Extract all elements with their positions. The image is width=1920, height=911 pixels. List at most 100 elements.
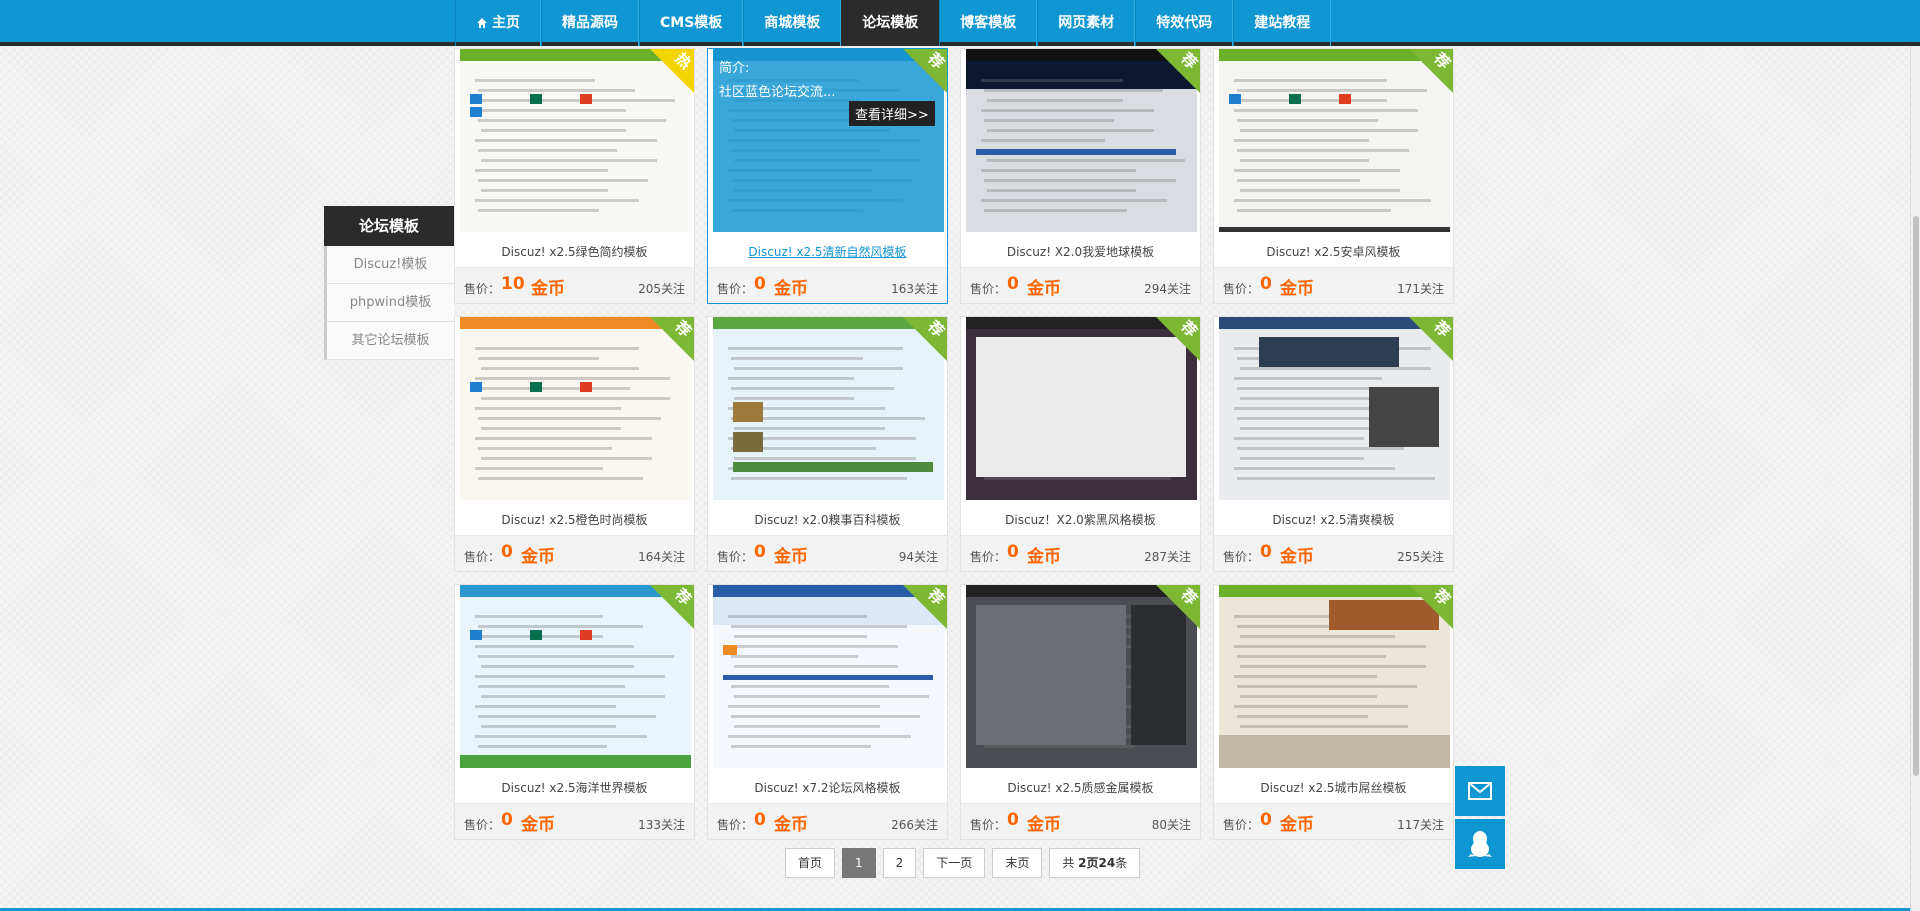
thumbnail-text-line bbox=[478, 89, 635, 92]
thumbnail-text-line bbox=[981, 199, 1167, 202]
price-label: 售价： bbox=[1223, 282, 1260, 296]
thumbnail-text-line bbox=[731, 357, 863, 360]
page-scrollbar[interactable] bbox=[1910, 46, 1920, 911]
product-title[interactable]: Discuz! x2.5安卓风模板 bbox=[1214, 243, 1453, 260]
thumbnail-text-line bbox=[734, 635, 867, 638]
product-title[interactable]: Discuz! x2.5清爽模板 bbox=[1214, 511, 1453, 528]
page-1-button[interactable]: 1 bbox=[842, 848, 876, 878]
thumbnail-text-line bbox=[475, 437, 652, 440]
thumbnail-block bbox=[1289, 94, 1301, 104]
price-label: 售价： bbox=[970, 818, 1007, 832]
thumbnail-text-line bbox=[731, 625, 907, 628]
page-last-button[interactable]: 末页 bbox=[992, 848, 1043, 878]
product-card[interactable]: 荐 Discuz! x2.5安卓风模板 售价： 0 金币 171关注 bbox=[1213, 48, 1454, 304]
thumbnail-text-line bbox=[481, 189, 608, 192]
nav-item-2[interactable]: CMS模板 bbox=[639, 0, 744, 46]
nav-item-label: 主页 bbox=[492, 15, 520, 31]
thumbnail-block bbox=[733, 432, 763, 452]
nav-item-7[interactable]: 特效代码 bbox=[1135, 0, 1234, 46]
price-unit: 金币 bbox=[1280, 815, 1314, 835]
product-card[interactable]: 荐 Discuz! x2.0糗事百科模板 售价： 0 金币 94关注 bbox=[707, 316, 948, 572]
thumbnail-text-line bbox=[1240, 159, 1369, 162]
view-detail-button[interactable]: 查看详细>> bbox=[849, 101, 935, 126]
thumbnail-text-line bbox=[478, 625, 643, 628]
price-value: 0 bbox=[1007, 542, 1019, 562]
nav-item-label: 特效代码 bbox=[1156, 15, 1213, 31]
thumbnail-text-line bbox=[481, 665, 634, 668]
thumbnail-block bbox=[1339, 94, 1351, 104]
product-card[interactable]: 荐 Discuz! x2.5城市屌丝模板 售价： 0 金币 117关注 bbox=[1213, 584, 1454, 840]
category-sidebar: 论坛模板 Discuz!模板 phpwind模板 其它论坛模板 bbox=[324, 206, 454, 360]
thumbnail-block bbox=[470, 94, 482, 104]
thumbnail-block bbox=[1229, 94, 1241, 104]
thumbnail-block bbox=[530, 382, 542, 392]
intro-text: 社区蓝色论坛交流... bbox=[719, 85, 836, 100]
thumbnail-text-line bbox=[475, 347, 639, 350]
price-value: 0 bbox=[754, 274, 766, 294]
thumbnail-text-line bbox=[475, 139, 657, 142]
product-title[interactable]: Discuz! x2.0糗事百科模板 bbox=[708, 511, 947, 528]
follow-count: 117关注 bbox=[1397, 818, 1444, 832]
sidebar-link-other[interactable]: 其它论坛模板 bbox=[324, 322, 454, 360]
thumbnail-text-line bbox=[1240, 635, 1395, 638]
qq-contact-button[interactable] bbox=[1455, 819, 1505, 869]
thumbnail-block bbox=[976, 149, 1176, 155]
product-title[interactable]: Discuz! x7.2论坛风格模板 bbox=[708, 779, 947, 796]
thumbnail-text-line bbox=[478, 387, 630, 390]
thumbnail-text-line bbox=[475, 735, 647, 738]
thumbnail-text-line bbox=[728, 735, 911, 738]
product-card[interactable]: 荐 Discuz! x2.5质感金属模板 售价： 0 金币 80关注 bbox=[960, 584, 1201, 840]
thumbnail-text-line bbox=[731, 715, 920, 718]
nav-item-4[interactable]: 论坛模板 bbox=[841, 0, 940, 46]
price-label: 售价： bbox=[1223, 818, 1260, 832]
thumbnail-text-line bbox=[481, 427, 621, 430]
scrollbar-thumb[interactable] bbox=[1913, 216, 1919, 776]
nav-item-8[interactable]: 建站教程 bbox=[1233, 0, 1332, 46]
product-title[interactable]: Discuz! x2.5城市屌丝模板 bbox=[1214, 779, 1453, 796]
page-2-button[interactable]: 2 bbox=[882, 848, 917, 878]
page-next-button[interactable]: 下一页 bbox=[923, 848, 986, 878]
product-title[interactable]: Discuz! x2.5绿色简约模板 bbox=[455, 243, 694, 260]
email-contact-button[interactable] bbox=[1455, 766, 1505, 816]
product-title[interactable]: Discuz！X2.0紫黑风格模板 bbox=[961, 511, 1200, 528]
thumbnail-text-line bbox=[1234, 109, 1418, 112]
nav-item-1[interactable]: 精品源码 bbox=[541, 0, 639, 46]
product-title[interactable]: Discuz! x2.5橙色时尚模板 bbox=[455, 511, 694, 528]
sidebar-link-discuz[interactable]: Discuz!模板 bbox=[324, 246, 454, 284]
product-card[interactable]: 荐 Discuz！X2.0紫黑风格模板 售价： 0 金币 287关注 bbox=[960, 316, 1201, 572]
thumbnail-text-line bbox=[478, 447, 612, 450]
page-first-button[interactable]: 首页 bbox=[785, 848, 836, 878]
product-footer: 售价： 0 金币 171关注 bbox=[1214, 267, 1453, 303]
product-card[interactable]: 荐 Discuz! x2.5清爽模板 售价： 0 金币 255关注 bbox=[1213, 316, 1454, 572]
nav-item-label: 博客模板 bbox=[960, 15, 1017, 31]
product-card[interactable]: 热 Discuz! x2.5绿色简约模板 售价： 10 金币 205关注 bbox=[454, 48, 695, 304]
product-card[interactable]: 简介: 社区蓝色论坛交流... 查看详细>> 荐 Discuz! x2.5清新自然风模板… bbox=[707, 48, 948, 304]
product-footer: 售价： 0 金币 266关注 bbox=[708, 803, 947, 839]
summary-mid: 页 bbox=[1086, 856, 1099, 870]
thumbnail-text-line bbox=[478, 685, 625, 688]
product-title[interactable]: Discuz! x2.5海洋世界模板 bbox=[455, 779, 694, 796]
nav-item-5[interactable]: 博客模板 bbox=[939, 0, 1038, 46]
product-title[interactable]: Discuz! X2.0我爱地球模板 bbox=[961, 243, 1200, 260]
product-card[interactable]: 荐 Discuz! X2.0我爱地球模板 售价： 0 金币 294关注 bbox=[960, 48, 1201, 304]
product-title[interactable]: Discuz! x2.5质感金属模板 bbox=[961, 779, 1200, 796]
product-card[interactable]: 荐 Discuz! x2.5海洋世界模板 售价： 0 金币 133关注 bbox=[454, 584, 695, 840]
nav-item-0[interactable]: 主页 bbox=[455, 0, 541, 46]
thumbnail-text-line bbox=[1234, 79, 1387, 82]
thumbnail-text-line bbox=[1237, 477, 1435, 480]
thumbnail-text-line bbox=[728, 705, 880, 708]
thumbnail-text-line bbox=[481, 457, 652, 460]
product-title[interactable]: Discuz! x2.5清新自然风模板 bbox=[708, 243, 947, 260]
nav-item-3[interactable]: 商城模板 bbox=[743, 0, 842, 46]
price-value: 0 bbox=[1260, 274, 1272, 294]
product-card[interactable]: 荐 Discuz! x2.5橙色时尚模板 售价： 0 金币 164关注 bbox=[454, 316, 695, 572]
thumbnail-text-line bbox=[1234, 169, 1400, 172]
nav-item-6[interactable]: 网页素材 bbox=[1037, 0, 1136, 46]
thumbnail-text-line bbox=[734, 665, 898, 668]
thumbnail-text-line bbox=[1240, 129, 1418, 132]
price-label: 售价： bbox=[717, 818, 754, 832]
product-card[interactable]: 荐 Discuz! x7.2论坛风格模板 售价： 0 金币 266关注 bbox=[707, 584, 948, 840]
sidebar-link-phpwind[interactable]: phpwind模板 bbox=[324, 284, 454, 322]
thumbnail-block bbox=[723, 645, 737, 655]
thumbnail-text-line bbox=[987, 159, 1185, 162]
